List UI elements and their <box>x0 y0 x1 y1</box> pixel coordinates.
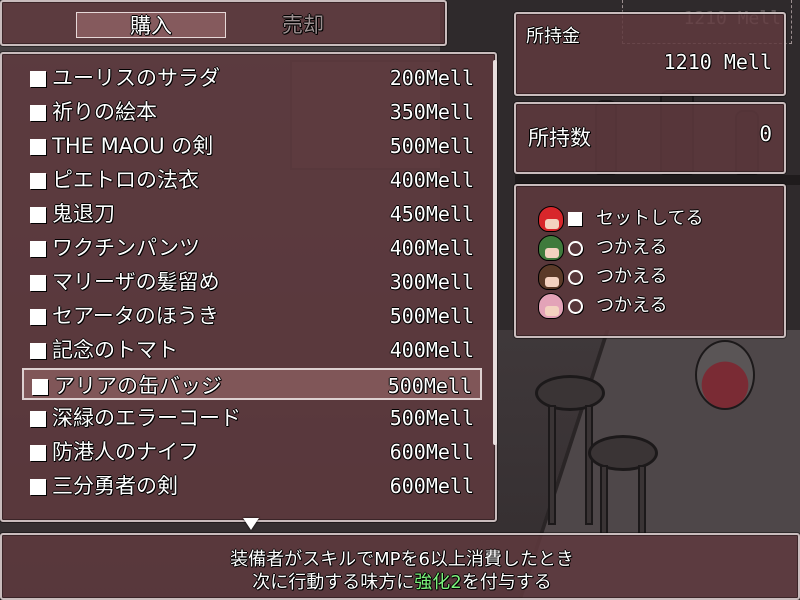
item-price: 400Mell <box>389 236 474 260</box>
description-text: 次に行動する味方に <box>252 572 415 593</box>
stool-leg <box>548 405 556 525</box>
stool-leg <box>600 465 608 535</box>
party-equip-window: セットしてる つかえる つかえる つかえる <box>514 184 786 338</box>
tab-sell[interactable]: 売却 <box>228 12 378 38</box>
item-row[interactable]: アリアの缶バッジ 500Mell <box>22 368 482 400</box>
character-portrait-icon <box>538 264 564 290</box>
item-name: ワクチンパンツ <box>52 236 201 260</box>
party-member-row: セットしてる <box>538 204 768 233</box>
bullet-square-icon <box>30 309 46 325</box>
item-row[interactable]: THE MAOU の剣 500Mell <box>22 130 482 162</box>
shop-item-list: ユーリスのサラダ 200Mell 祈りの絵本 350Mell THE MAOU の剣 50… <box>0 52 497 522</box>
bullet-square-icon <box>30 71 46 87</box>
bullet-square-icon <box>30 275 46 291</box>
scroll-down-arrow-icon[interactable] <box>243 518 259 530</box>
bullet-square-icon <box>32 379 48 395</box>
item-price: 500Mell <box>389 406 474 430</box>
item-name: 防港人のナイフ <box>52 440 199 464</box>
usable-circle-icon <box>568 299 583 314</box>
bullet-square-icon <box>30 479 46 495</box>
item-name: 三分勇者の剣 <box>52 474 178 498</box>
equipped-square-icon <box>568 212 582 226</box>
bar-stool <box>535 375 605 411</box>
bullet-square-icon <box>30 445 46 461</box>
party-member-row: つかえる <box>538 262 768 291</box>
tab-buy[interactable]: 購入 <box>76 12 226 38</box>
party-member-row: つかえる <box>538 233 768 262</box>
item-name: 鬼退刀 <box>52 202 115 226</box>
member-equip-status: つかえる <box>596 266 668 287</box>
item-price: 500Mell <box>387 374 472 398</box>
usable-circle-icon <box>568 241 583 256</box>
party-member-row: つかえる <box>538 291 768 320</box>
item-name: ピエトロの法衣 <box>52 168 199 192</box>
item-name: セアータのほうき <box>52 304 219 328</box>
bullet-square-icon <box>30 139 46 155</box>
owned-label: 所持数 <box>528 126 591 150</box>
buff-keyword: 強化2 <box>414 572 462 593</box>
item-row[interactable]: ユーリスのサラダ 200Mell <box>22 62 482 94</box>
item-name: ユーリスのサラダ <box>52 66 220 90</box>
money-label: 所持金 <box>526 26 580 47</box>
member-equip-status: つかえる <box>596 237 668 258</box>
owned-count-window: 所持数 0 <box>514 102 786 174</box>
item-description-window: 装備者がスキルでMPを6以上消費したとき 次に行動する味方に強化2を付与する <box>0 533 800 600</box>
item-name: 祈りの絵本 <box>52 100 157 124</box>
item-name: THE MAOU の剣 <box>52 134 214 158</box>
item-name: アリアの缶バッジ <box>54 374 222 398</box>
item-price: 600Mell <box>389 474 474 498</box>
item-price: 400Mell <box>389 168 474 192</box>
item-price: 500Mell <box>389 304 474 328</box>
member-equip-status: セットしてる <box>596 208 704 229</box>
item-row[interactable]: マリーザの髪留め 300Mell <box>22 266 482 298</box>
money-value: 1210 Mell <box>663 50 772 74</box>
bar-stool <box>588 435 658 471</box>
bullet-square-icon <box>30 173 46 189</box>
item-price: 450Mell <box>389 202 474 226</box>
wine-glass <box>695 340 755 410</box>
stool-leg <box>585 405 593 525</box>
item-price: 350Mell <box>389 100 474 124</box>
item-price: 200Mell <box>389 66 474 90</box>
description-text: を付与する <box>461 572 552 593</box>
bullet-square-icon <box>30 241 46 257</box>
list-scrollbar[interactable] <box>493 60 497 445</box>
money-window: 所持金 1210 Mell <box>514 12 786 96</box>
character-portrait-icon <box>538 206 564 232</box>
item-row[interactable]: ワクチンパンツ 400Mell <box>22 232 482 264</box>
description-line-2: 次に行動する味方に強化2を付与する <box>2 568 800 594</box>
owned-value: 0 <box>759 122 772 146</box>
item-price: 600Mell <box>389 440 474 464</box>
character-portrait-icon <box>538 235 564 261</box>
item-row[interactable]: 深緑のエラーコード 500Mell <box>22 402 482 434</box>
item-row[interactable]: 防港人のナイフ 600Mell <box>22 436 482 468</box>
bullet-square-icon <box>30 207 46 223</box>
item-price: 300Mell <box>389 270 474 294</box>
shop-tab-bar: 購入 売却 <box>0 0 447 46</box>
item-row[interactable]: セアータのほうき 500Mell <box>22 300 482 332</box>
item-price: 500Mell <box>389 134 474 158</box>
bullet-square-icon <box>30 105 46 121</box>
item-name: 深緑のエラーコード <box>52 406 241 430</box>
item-row[interactable]: ピエトロの法衣 400Mell <box>22 164 482 196</box>
item-row[interactable]: 記念のトマト 400Mell <box>22 334 482 366</box>
item-name: 記念のトマト <box>52 338 178 362</box>
item-price: 400Mell <box>389 338 474 362</box>
usable-circle-icon <box>568 270 583 285</box>
item-row[interactable]: 鬼退刀 450Mell <box>22 198 482 230</box>
item-row[interactable]: 三分勇者の剣 600Mell <box>22 470 482 502</box>
bullet-square-icon <box>30 411 46 427</box>
stool-leg <box>638 465 646 535</box>
bullet-square-icon <box>30 343 46 359</box>
item-name: マリーザの髪留め <box>52 270 220 294</box>
item-row[interactable]: 祈りの絵本 350Mell <box>22 96 482 128</box>
member-equip-status: つかえる <box>596 295 668 316</box>
character-portrait-icon <box>538 293 564 319</box>
